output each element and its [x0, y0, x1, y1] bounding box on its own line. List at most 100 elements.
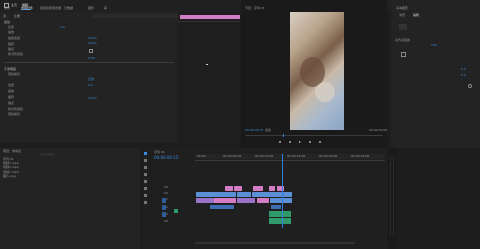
- prop-blend-mode: 混合模式: [8, 72, 21, 76]
- project-title: 项目：未命名: [3, 149, 22, 153]
- program-fit-dropdown[interactable]: 适合: [265, 129, 271, 132]
- prop-antiflicker-value[interactable]: 0.00: [88, 57, 95, 60]
- slip-tool-icon[interactable]: [144, 180, 147, 183]
- project-search-input[interactable]: [40, 153, 54, 156]
- audio-clip[interactable]: [269, 211, 291, 217]
- section-motion[interactable]: 运动: [4, 21, 10, 24]
- timeline-playhead[interactable]: [282, 154, 283, 228]
- reset-icon[interactable]: [468, 84, 472, 88]
- video-frame: [290, 12, 344, 130]
- clip[interactable]: [252, 192, 292, 197]
- clip[interactable]: [253, 186, 263, 191]
- pen-tool-icon[interactable]: [144, 187, 147, 190]
- effect-ruler: [178, 21, 240, 22]
- ruler-mark: 00:00:15:00: [287, 154, 306, 158]
- prop-position-value[interactable]: 0.0: [60, 26, 65, 29]
- timeline-panel: 序列 01 00:00:06:15 00:00 00:00:05:00 00:0…: [151, 148, 387, 249]
- ripple-edit-icon[interactable]: [144, 166, 147, 169]
- track-target-v1[interactable]: [162, 198, 166, 203]
- step-forward-icon[interactable]: [309, 141, 311, 143]
- sequence-tab[interactable]: 序列 01: [154, 151, 165, 154]
- menu-library[interactable]: 库: [104, 7, 107, 10]
- mark-in-icon[interactable]: [279, 141, 281, 143]
- prop-scale-value[interactable]: 100.0: [88, 37, 97, 40]
- effect-keyframe-icon[interactable]: [206, 64, 208, 65]
- clip[interactable]: [257, 198, 269, 203]
- program-playhead[interactable]: [283, 134, 284, 137]
- clip[interactable]: [237, 192, 251, 197]
- prop-antiflicker: 防闪烁滤镜: [8, 52, 24, 56]
- prop-scale-width-value[interactable]: 100.0: [88, 42, 97, 45]
- clip[interactable]: [196, 192, 236, 197]
- play-icon[interactable]: [299, 141, 301, 143]
- prop-blend-mode-value[interactable]: 正常: [88, 78, 94, 81]
- effect-row-a: 位置: [8, 83, 15, 87]
- mark-out-icon[interactable]: [319, 141, 321, 143]
- prop-anchor: 锚点: [8, 47, 15, 51]
- effect-row-f: 混合模式: [8, 112, 21, 116]
- essential-value-2[interactable]: 0.0: [461, 68, 466, 71]
- effect-row-a-value[interactable]: 0.0: [88, 84, 93, 87]
- section-opacity[interactable]: 不透明度: [4, 68, 16, 71]
- menu-audio-mixer[interactable]: 音频剪辑混合器: [40, 7, 61, 10]
- type-tool-icon[interactable]: [144, 201, 147, 204]
- hand-tool-icon[interactable]: [144, 194, 147, 197]
- clip[interactable]: [270, 198, 292, 203]
- program-timecode-left[interactable]: 00:00:06:15: [245, 129, 263, 132]
- audio-meters: [388, 148, 396, 249]
- tab-edit[interactable]: 编辑: [413, 14, 419, 17]
- track-headers: V3 V2 V1 A1 A2 A3: [154, 186, 194, 236]
- clip[interactable]: [271, 205, 281, 209]
- selection-tool-icon[interactable]: [144, 152, 147, 155]
- layer-thumbnail[interactable]: [399, 24, 407, 30]
- clip[interactable]: [210, 205, 234, 209]
- source-label: 源: [3, 14, 7, 18]
- menu-project[interactable]: 项目: [4, 7, 10, 10]
- divider: [4, 62, 174, 63]
- effect-row-d: 锚点: [8, 101, 15, 105]
- audio-clip[interactable]: [269, 218, 291, 224]
- menu-metadata[interactable]: 元数据: [64, 7, 73, 10]
- program-scrub-bar[interactable]: [245, 135, 383, 136]
- track-select-icon[interactable]: [144, 159, 147, 162]
- effect-clip-bar[interactable]: [180, 15, 240, 19]
- prop-rotation: 旋转: [8, 42, 15, 46]
- clip[interactable]: [214, 198, 236, 203]
- menu-graphics[interactable]: 图形: [88, 7, 94, 10]
- list-item[interactable]: 图片.png: [3, 174, 63, 179]
- program-monitor-panel: 节目：序列 01 00:00:06:15 适合 00:00:30:00: [241, 0, 387, 148]
- timeline-scrollbar[interactable]: [195, 242, 355, 244]
- meter-right: [393, 156, 394, 236]
- clip[interactable]: [237, 198, 255, 203]
- timeline-timecode[interactable]: 00:00:06:15: [154, 156, 178, 160]
- clip[interactable]: [234, 186, 242, 191]
- track-target-a1[interactable]: [162, 205, 166, 210]
- clip[interactable]: [225, 186, 233, 191]
- effect-timeline-area: [178, 12, 240, 143]
- ruler-mark: 00:00:20:00: [319, 154, 338, 158]
- project-list: 序列 01 视频1.mp4 视频2.mp4 音频1.mp3 图片.png: [3, 158, 63, 179]
- essential-value-1[interactable]: 100: [431, 44, 437, 47]
- clip[interactable]: [269, 186, 275, 191]
- essential-title: 基本图形: [396, 6, 409, 10]
- ruler-mark: 00:00:25:00: [351, 154, 370, 158]
- work-area-bar[interactable]: [195, 160, 385, 161]
- track-source-v[interactable]: [174, 209, 178, 213]
- prop-position: 位置: [8, 25, 15, 29]
- track-target-a2[interactable]: [162, 212, 166, 217]
- program-title: 节目：序列 01: [245, 6, 265, 10]
- essential-value-3[interactable]: 0.0: [461, 74, 466, 77]
- effect-row-b-value[interactable]: 100.0: [88, 97, 97, 100]
- tab-browse[interactable]: 浏览: [399, 14, 405, 17]
- step-back-icon[interactable]: [289, 141, 291, 143]
- align-icon[interactable]: [401, 52, 406, 57]
- prop-scale: 缩放: [8, 30, 15, 34]
- ruler-mark: 00:00:05:00: [223, 154, 242, 158]
- clip[interactable]: [196, 198, 214, 203]
- project-panel: 项目：未命名 序列 01 视频1.mp4 视频2.mp4 音频1.mp3 图片.…: [0, 148, 140, 249]
- razor-tool-icon[interactable]: [144, 173, 147, 176]
- timeline-ruler[interactable]: 00:00 00:00:05:00 00:00:10:00 00:00:15:0…: [195, 154, 385, 159]
- menu-effect-controls[interactable]: 效果控件: [21, 7, 33, 10]
- effect-row-e: 防闪烁滤镜: [8, 107, 24, 111]
- uniform-scale-checkbox[interactable]: [89, 49, 93, 53]
